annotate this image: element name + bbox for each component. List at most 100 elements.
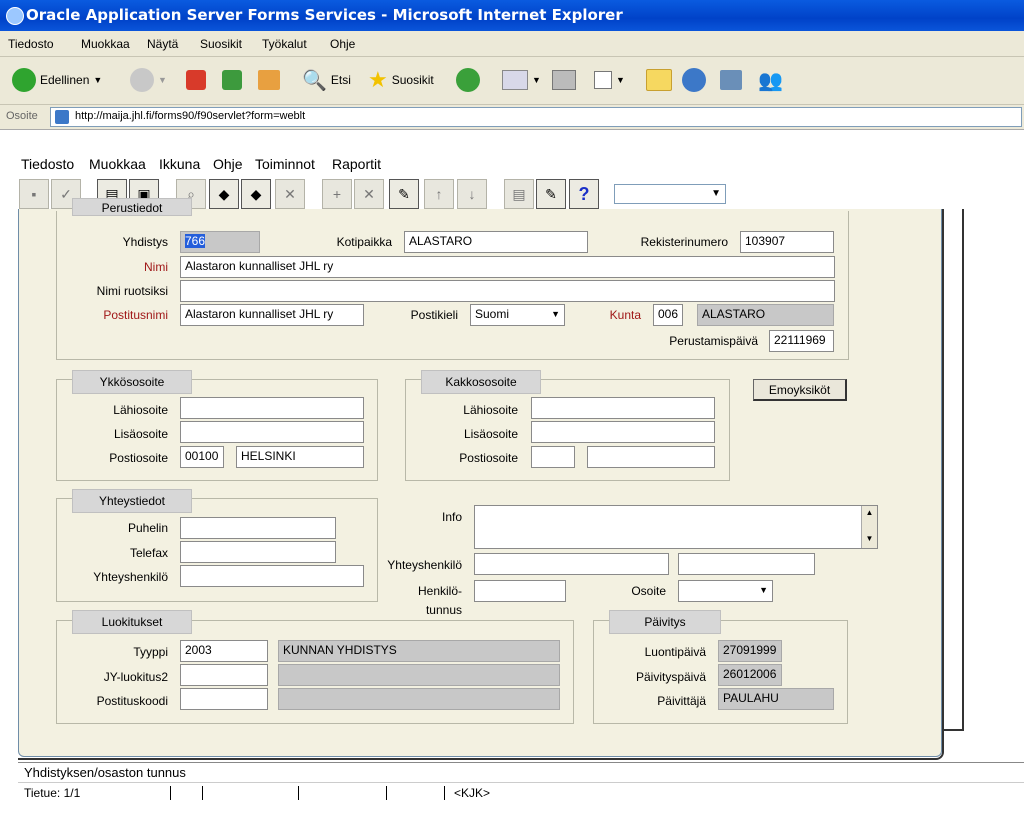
- home-button[interactable]: [258, 68, 280, 92]
- stop-button[interactable]: [186, 68, 206, 92]
- ykkososoite-title: Ykkösosoite: [72, 370, 192, 394]
- chevron-down-icon: ▼: [551, 309, 560, 319]
- rekisterinumero-field[interactable]: 103907: [740, 231, 834, 253]
- forms-menu-raportit[interactable]: Raportit: [332, 156, 381, 172]
- menu-tyokalut[interactable]: Työkalut: [262, 37, 307, 51]
- menu-tiedosto[interactable]: Tiedosto: [8, 37, 54, 51]
- menu-suosikit[interactable]: Suosikit: [200, 37, 242, 51]
- postikieli-select[interactable]: Suomi ▼: [470, 304, 565, 326]
- info-scrollbar[interactable]: ▲ ▼: [861, 506, 877, 548]
- luokitukset-title: Luokitukset: [72, 610, 192, 634]
- nimi-field[interactable]: Alastaron kunnalliset JHL ry: [180, 256, 835, 278]
- toolbar-combo[interactable]: ▼: [614, 184, 726, 204]
- delete-record-icon[interactable]: ✕: [354, 179, 384, 209]
- address-label: Osoite: [6, 110, 38, 122]
- menu-nayta[interactable]: Näytä: [147, 37, 178, 51]
- henkilotunnus-field[interactable]: [474, 580, 566, 602]
- back-label: Edellinen: [40, 73, 90, 87]
- telefax-field[interactable]: [180, 541, 336, 563]
- postitusnimi-field[interactable]: Alastaron kunnalliset JHL ry: [180, 304, 364, 326]
- nimi-label: Nimi: [144, 260, 168, 274]
- forms-menubar: Tiedosto Muokkaa Ikkuna Ohje Toiminnot R…: [0, 152, 1024, 176]
- clear-icon[interactable]: ✎: [389, 179, 419, 209]
- forms-menu-ohje[interactable]: Ohje: [213, 156, 243, 172]
- search-button[interactable]: 🔍 Etsi: [302, 68, 351, 92]
- kotipaikka-label: Kotipaikka: [336, 235, 392, 249]
- perustamispaiva-label: Perustamispäivä: [669, 334, 758, 348]
- favorites-button[interactable]: ★ Suosikit: [368, 67, 434, 92]
- kotipaikka-field[interactable]: ALASTARO: [404, 231, 588, 253]
- forms-menu-toiminnot[interactable]: Toiminnot: [255, 156, 315, 172]
- scroll-down-icon[interactable]: ▼: [862, 532, 877, 546]
- help-icon[interactable]: ?: [569, 179, 599, 209]
- menu-muokkaa[interactable]: Muokkaa: [81, 37, 130, 51]
- history-icon: [456, 68, 480, 92]
- luontipaiva-label: Luontipäivä: [644, 645, 706, 659]
- research-button[interactable]: [720, 68, 742, 92]
- contacts-button[interactable]: 👥: [758, 68, 783, 92]
- refresh-button[interactable]: [222, 68, 242, 92]
- messenger-button[interactable]: [682, 68, 706, 92]
- ykkos-postitoimipaikka-field[interactable]: HELSINKI: [236, 446, 364, 468]
- nimi-ruotsiksi-field[interactable]: [180, 280, 835, 302]
- forms-menu-muokkaa[interactable]: Muokkaa: [89, 156, 146, 172]
- yhdistys-field[interactable]: 766: [180, 231, 260, 253]
- forms-menu-ikkuna[interactable]: Ikkuna: [159, 156, 200, 172]
- forms-menu-tiedosto[interactable]: Tiedosto: [21, 156, 74, 172]
- paivityspaiva-label: Päivityspäivä: [635, 670, 706, 684]
- puhelin-field[interactable]: [180, 517, 336, 539]
- status-separator: [298, 786, 299, 800]
- edit-field-icon[interactable]: ✎: [536, 179, 566, 209]
- info-label: Info: [441, 510, 462, 524]
- list-values-icon[interactable]: ▤: [504, 179, 534, 209]
- info-yhteyshenkilo-field-2[interactable]: [678, 553, 815, 575]
- back-button[interactable]: Edellinen ▼: [12, 68, 102, 92]
- tyyppi-field[interactable]: 2003: [180, 640, 268, 662]
- ykkos-lahiosoite-field[interactable]: [180, 397, 364, 419]
- ykkos-postinumero-field[interactable]: 00100: [180, 446, 224, 468]
- paivittaja-label: Päivittäjä: [657, 694, 706, 708]
- scroll-up-icon[interactable]: ▲: [862, 506, 877, 520]
- forward-button[interactable]: ▼: [130, 68, 167, 92]
- info-textarea[interactable]: ▲ ▼: [474, 505, 878, 549]
- folder-button[interactable]: [646, 68, 672, 92]
- perustamispaiva-field[interactable]: 22111969: [769, 330, 834, 352]
- kunta-code-field[interactable]: 006: [653, 304, 683, 326]
- menu-ohje[interactable]: Ohje: [330, 37, 355, 51]
- insert-record-icon[interactable]: +: [322, 179, 352, 209]
- kakkos-lisaosoite-field[interactable]: [531, 421, 715, 443]
- ie-logo-icon: [6, 7, 24, 25]
- next-record-icon[interactable]: ↓: [457, 179, 487, 209]
- jy-luokitus-description: [278, 664, 560, 686]
- yhteyshenkilo-field[interactable]: [180, 565, 364, 587]
- kakkos-postitoimipaikka-field[interactable]: [587, 446, 715, 468]
- history-button[interactable]: [456, 68, 480, 92]
- mail-button[interactable]: ▼: [502, 68, 541, 92]
- emoyksikot-button[interactable]: Emoyksiköt: [753, 379, 847, 401]
- ykkos-lisaosoite-field[interactable]: [180, 421, 364, 443]
- jy-luokitus-field[interactable]: [180, 664, 268, 686]
- kakkos-postinumero-field[interactable]: [531, 446, 575, 468]
- info-yhteyshenkilo-field-1[interactable]: [474, 553, 669, 575]
- postituskoodi-field[interactable]: [180, 688, 268, 710]
- forward-arrow-icon: [130, 68, 154, 92]
- status-bar: Tietue: 1/1 <KJK>: [18, 782, 1024, 803]
- status-separator: [170, 786, 171, 800]
- kakkos-lahiosoite-field[interactable]: [531, 397, 715, 419]
- postikieli-value: Suomi: [475, 307, 510, 321]
- osoite-select[interactable]: ▼: [678, 580, 773, 602]
- save-icon[interactable]: ▪: [19, 179, 49, 209]
- folder-icon: [646, 69, 672, 91]
- address-input[interactable]: http://maija.jhl.fi/forms90/f90servlet?f…: [50, 107, 1022, 127]
- execute-query-icon[interactable]: ◆: [209, 179, 239, 209]
- puhelin-label: Puhelin: [127, 521, 168, 535]
- print-button[interactable]: [552, 68, 576, 92]
- perustiedot-title-text: Perustiedot: [101, 201, 163, 215]
- previous-record-icon[interactable]: ↑: [424, 179, 454, 209]
- cancel-query-icon[interactable]: ✕: [275, 179, 305, 209]
- status-separator: [444, 786, 445, 800]
- count-query-icon[interactable]: ◆: [241, 179, 271, 209]
- record-indicator: Tietue: 1/1: [24, 786, 81, 800]
- edit-button[interactable]: ▼: [594, 68, 625, 92]
- ykkos-lisaosoite-label: Lisäosoite: [113, 427, 168, 441]
